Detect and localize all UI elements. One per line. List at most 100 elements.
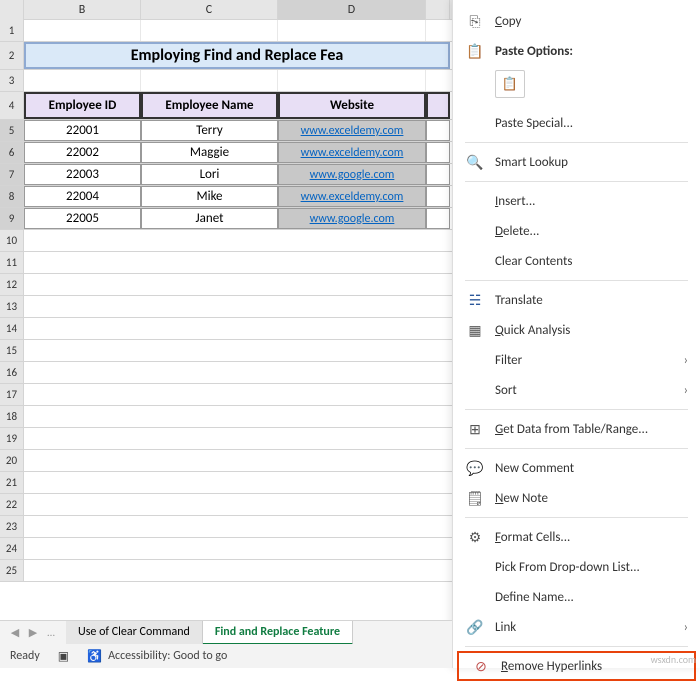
ctx-sort[interactable]: Sort › [453, 375, 700, 405]
cell-id[interactable]: 22003 [24, 164, 141, 185]
row-header[interactable]: 2 [0, 42, 24, 69]
row-header[interactable]: 21 [0, 472, 24, 493]
ctx-get-data[interactable]: ⊞ Get Data from Table/Range... [453, 414, 700, 444]
separator [465, 646, 688, 647]
ctx-copy[interactable]: ⎘ Copy [453, 6, 700, 36]
accessibility-text: Accessibility: Good to go [108, 649, 227, 663]
tab-clear-command[interactable]: Use of Clear Command [66, 621, 203, 645]
ctx-label: Quick Analysis [495, 323, 688, 338]
cell-website[interactable]: www.google.com [278, 164, 426, 185]
ctx-label: Pick From Drop-down List... [495, 560, 688, 575]
ctx-define-name[interactable]: Define Name... [453, 582, 700, 612]
cell-name[interactable]: Terry [141, 120, 278, 141]
row-header[interactable]: 7 [0, 164, 24, 185]
col-header-b[interactable]: B [24, 0, 141, 20]
ctx-translate[interactable]: ☵ Translate [453, 285, 700, 315]
tab-prev-button[interactable]: ◀ [6, 626, 24, 639]
ctx-format-cells[interactable]: ⚙ Format Cells... [453, 522, 700, 552]
cell-id[interactable]: 22005 [24, 208, 141, 229]
hyperlink[interactable]: www.exceldemy.com [301, 146, 404, 160]
cell-id[interactable]: 22001 [24, 120, 141, 141]
ctx-label: New Comment [495, 461, 688, 476]
row-header[interactable]: 3 [0, 70, 24, 91]
search-icon: 🔍 [465, 152, 485, 172]
tab-more-button[interactable]: … [42, 626, 60, 639]
separator [465, 142, 688, 143]
ctx-paste-special[interactable]: Paste Special... [453, 108, 700, 138]
ctx-quick-analysis[interactable]: ▦ Quick Analysis [453, 315, 700, 345]
ctx-smart-lookup[interactable]: 🔍 Smart Lookup [453, 147, 700, 177]
row-header[interactable]: 17 [0, 384, 24, 405]
hyperlink[interactable]: www.google.com [310, 212, 395, 226]
ctx-clear-contents[interactable]: Clear Contents [453, 246, 700, 276]
ctx-delete[interactable]: Delete... [453, 216, 700, 246]
ctx-label: Define Name... [495, 590, 688, 605]
cell-website[interactable]: www.exceldemy.com [278, 142, 426, 163]
cell-website[interactable]: www.exceldemy.com [278, 120, 426, 141]
row-header[interactable]: 23 [0, 516, 24, 537]
header-employee-id[interactable]: Employee ID [24, 92, 141, 119]
cell-website[interactable]: www.exceldemy.com [278, 186, 426, 207]
hyperlink[interactable]: www.exceldemy.com [301, 190, 404, 204]
ctx-filter[interactable]: Filter › [453, 345, 700, 375]
row-header[interactable]: 15 [0, 340, 24, 361]
select-all-corner[interactable] [0, 0, 24, 20]
cell-id[interactable]: 22004 [24, 186, 141, 207]
row-header[interactable]: 16 [0, 362, 24, 383]
ctx-new-note[interactable]: 🗒 New Note [453, 483, 700, 513]
cell-name[interactable]: Mike [141, 186, 278, 207]
quick-analysis-icon: ▦ [465, 320, 485, 340]
cell-website[interactable]: www.google.com [278, 208, 426, 229]
col-header-d[interactable]: D [278, 0, 426, 20]
row-header[interactable]: 11 [0, 252, 24, 273]
row-header[interactable]: 22 [0, 494, 24, 515]
ctx-label: Sort [495, 383, 684, 398]
chevron-right-icon: › [684, 620, 688, 635]
title-cell[interactable]: Employing Find and Replace Fea [24, 42, 450, 69]
row-header[interactable]: 14 [0, 318, 24, 339]
cell-name[interactable]: Janet [141, 208, 278, 229]
status-accessibility[interactable]: ♿ Accessibility: Good to go [87, 649, 227, 664]
row-header[interactable]: 8 [0, 186, 24, 207]
ctx-label: Insert... [495, 194, 688, 209]
format-icon: ⚙ [465, 527, 485, 547]
ctx-label: Format Cells... [495, 530, 688, 545]
row-header[interactable]: 24 [0, 538, 24, 559]
chevron-right-icon: › [684, 353, 688, 368]
ctx-new-comment[interactable]: 💬 New Comment [453, 453, 700, 483]
clipboard-icon: 📋 [465, 41, 485, 61]
tab-find-replace[interactable]: Find and Replace Feature [203, 621, 353, 645]
paste-text-button[interactable]: 📋 [495, 70, 525, 98]
row-header[interactable]: 12 [0, 274, 24, 295]
status-macro[interactable]: ▣ [58, 649, 69, 664]
col-header-c[interactable]: C [141, 0, 278, 20]
col-header-e[interactable] [426, 0, 450, 20]
hyperlink[interactable]: www.google.com [310, 168, 395, 182]
ctx-pick-list[interactable]: Pick From Drop-down List... [453, 552, 700, 582]
ctx-link[interactable]: 🔗 Link › [453, 612, 700, 642]
header-website[interactable]: Website [278, 92, 426, 119]
row-header[interactable]: 10 [0, 230, 24, 251]
row-header[interactable]: 19 [0, 428, 24, 449]
remove-link-icon: ⊘ [471, 656, 491, 676]
row-header[interactable]: 18 [0, 406, 24, 427]
hyperlink[interactable]: www.exceldemy.com [301, 124, 404, 138]
cell-id[interactable]: 22002 [24, 142, 141, 163]
row-header[interactable]: 20 [0, 450, 24, 471]
cell-name[interactable]: Maggie [141, 142, 278, 163]
ctx-insert[interactable]: Insert... [453, 186, 700, 216]
header-employee-name[interactable]: Employee Name [141, 92, 278, 119]
tab-next-button[interactable]: ▶ [24, 626, 42, 639]
ctx-label: Copy [495, 14, 688, 29]
row-header[interactable]: 6 [0, 142, 24, 163]
row-header[interactable]: 25 [0, 560, 24, 581]
row-header[interactable]: 5 [0, 120, 24, 141]
context-menu: ⎘ Copy 📋 Paste Options: 📋 Paste Special.… [452, 0, 700, 668]
row-header[interactable]: 1 [0, 20, 24, 41]
ctx-label: Delete... [495, 224, 688, 239]
row-header[interactable]: 4 [0, 92, 24, 119]
paste-text-icon: 📋 [502, 77, 518, 92]
row-header[interactable]: 9 [0, 208, 24, 229]
row-header[interactable]: 13 [0, 296, 24, 317]
cell-name[interactable]: Lori [141, 164, 278, 185]
